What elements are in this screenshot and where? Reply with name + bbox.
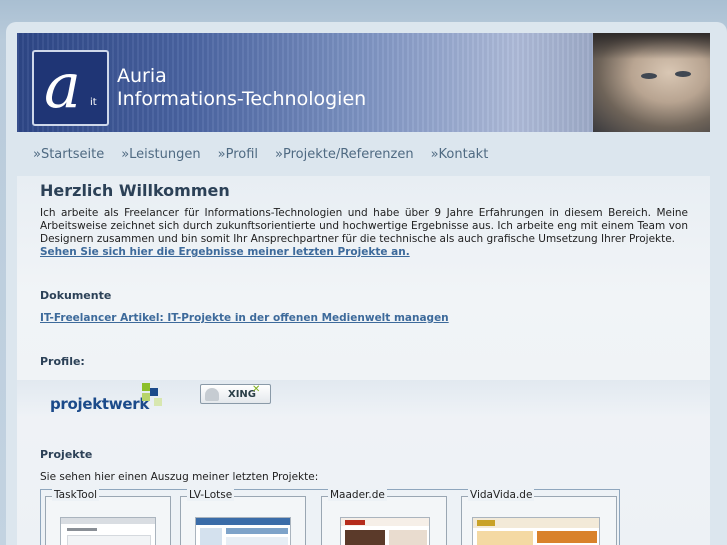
- logo-letter: a: [44, 49, 81, 122]
- xing-mark-icon: ✕: [252, 384, 261, 395]
- projektwerk-label: projektwerk: [50, 395, 150, 413]
- portrait-hair: [593, 33, 710, 59]
- brand-name: Auria: [117, 65, 167, 87]
- projekte-intro: Sie sehen hier einen Auszug meiner letzt…: [40, 471, 319, 483]
- user-icon: [205, 388, 219, 401]
- nav-kontakt[interactable]: »Kontakt: [431, 147, 489, 165]
- project-title: Maader.de: [328, 489, 387, 501]
- project-card[interactable]: Maader.de: [321, 489, 447, 545]
- page-title: Herzlich Willkommen: [40, 181, 230, 200]
- portrait-eye: [641, 73, 657, 79]
- dokumente-heading: Dokumente: [40, 289, 112, 302]
- article-link[interactable]: IT-Freelancer Artikel: IT-Projekte in de…: [40, 312, 449, 324]
- nav-leistungen[interactable]: »Leistungen: [121, 147, 200, 165]
- projektwerk-square-icon: [150, 388, 158, 396]
- projekte-heading: Projekte: [40, 448, 93, 461]
- project-card[interactable]: VidaVida.de: [461, 489, 617, 545]
- nav-projekte-referenzen[interactable]: »Projekte/Referenzen: [275, 147, 414, 165]
- portrait-eye: [675, 71, 691, 77]
- project-card[interactable]: LV-Lotse: [180, 489, 306, 545]
- project-card[interactable]: TaskTool: [45, 489, 171, 545]
- xing-button[interactable]: XING ✕: [200, 384, 271, 404]
- project-title: TaskTool: [52, 489, 100, 501]
- projects-gallery: TaskTool LV-Lotse Maader.de VidaVida.de: [40, 489, 620, 545]
- project-title: VidaVida.de: [468, 489, 535, 501]
- logo[interactable]: a it: [32, 49, 109, 126]
- header-banner: a it Auria Informations-Technologien: [17, 33, 710, 132]
- project-thumbnail[interactable]: [340, 517, 430, 545]
- projects-link[interactable]: Sehen Sie sich hier die Ergebnisse meine…: [40, 246, 410, 258]
- welcome-text: Ich arbeite als Freelancer für Informati…: [40, 207, 688, 245]
- project-thumbnail[interactable]: [60, 517, 156, 545]
- projektwerk-square-icon: [154, 398, 162, 406]
- projektwerk-square-icon: [142, 383, 150, 391]
- projektwerk-square-icon: [142, 393, 150, 401]
- nav-profil[interactable]: »Profil: [218, 147, 258, 165]
- profile-heading: Profile:: [40, 355, 85, 368]
- logo-sub: it: [90, 97, 97, 108]
- projektwerk-logo[interactable]: projektwerk: [50, 383, 162, 413]
- brand-tagline: Informations-Technologien: [117, 88, 367, 110]
- main-nav: »Startseite »Leistungen »Profil »Projekt…: [33, 147, 505, 165]
- portrait-photo: [593, 33, 710, 132]
- project-thumbnail[interactable]: [472, 517, 600, 545]
- nav-startseite[interactable]: »Startseite: [33, 147, 104, 165]
- project-thumbnail[interactable]: [195, 517, 291, 545]
- project-title: LV-Lotse: [187, 489, 235, 501]
